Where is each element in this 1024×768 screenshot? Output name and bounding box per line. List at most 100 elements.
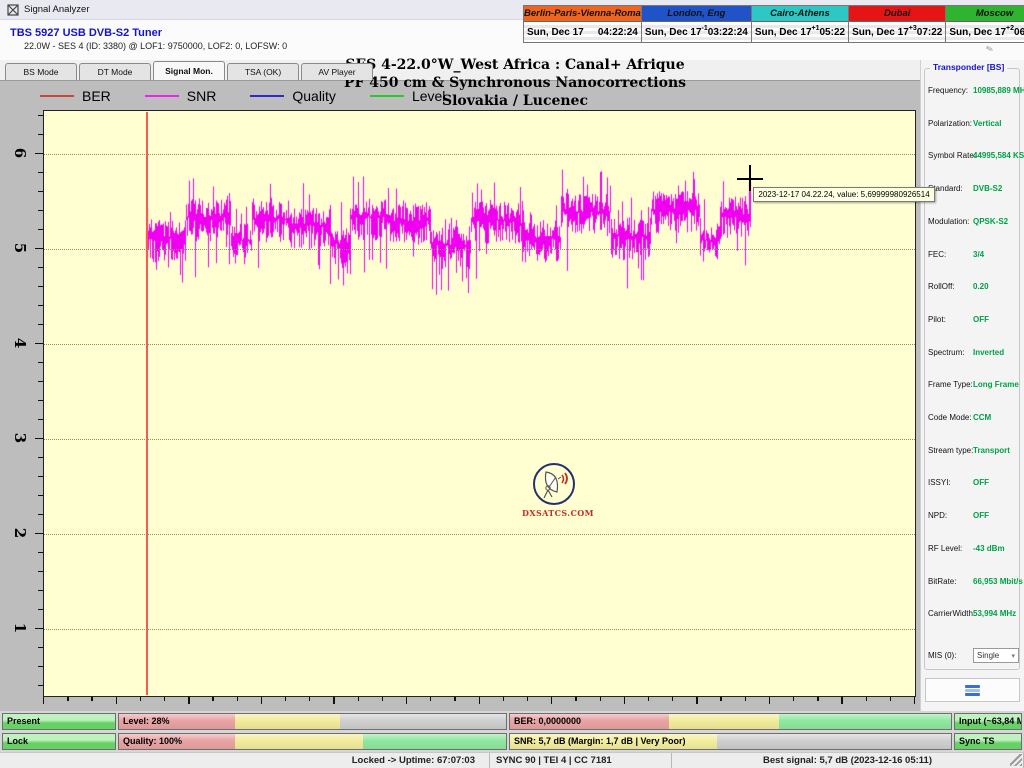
- x-major-tick: [769, 697, 770, 704]
- x-minor-tick: [285, 697, 286, 701]
- y-major-tick-left: [35, 628, 43, 630]
- status-lock-uptime: Locked -> Uptime: 67:07:03: [0, 753, 490, 768]
- x-major-tick: [624, 697, 625, 704]
- snr-bar-segment: [717, 734, 951, 749]
- tab-tsa-ok-[interactable]: TSA (OK): [227, 63, 299, 80]
- transponder-field-value: CCM: [973, 413, 991, 422]
- transponder-field-value: OFF: [973, 315, 989, 324]
- clock-city: Dubai: [849, 6, 945, 22]
- x-minor-tick: [890, 697, 891, 701]
- x-minor-tick: [212, 697, 213, 701]
- y-axis-label-3: 3: [11, 431, 29, 445]
- status-best-signal: Best signal: 5,7 dB (2023-12-16 05:11): [672, 753, 1024, 768]
- ber-bar-segment: [779, 714, 951, 729]
- x-major-tick: [479, 697, 480, 704]
- lock-indicator: Lock: [2, 733, 116, 750]
- clock-time-row: Sun, Dec 17+105:22: [752, 22, 848, 42]
- clock-utc-offset: -1: [702, 25, 708, 32]
- transponder-field-label: Code Mode:: [928, 413, 972, 422]
- transponder-field-value: Transport: [973, 446, 1010, 455]
- clock-time-row: Sun, Dec 17+206:22: [946, 22, 1024, 42]
- clock-4: MoscowSun, Dec 17+206:22: [946, 5, 1024, 43]
- gridline-3: [44, 439, 915, 440]
- y-major-tick-left: [35, 248, 43, 250]
- x-major-tick: [696, 697, 697, 704]
- gridline-6: [44, 154, 915, 155]
- legend-label: BER: [82, 88, 111, 104]
- gridline-4: [44, 344, 915, 345]
- x-major-tick: [188, 697, 189, 704]
- transponder-list-button[interactable]: [925, 678, 1020, 702]
- snr-chart[interactable]: DXSATCS.COM 2023-12-17 04.22.24, value: …: [43, 110, 916, 697]
- transponder-field-label: Symbol Rate:: [928, 151, 976, 160]
- clock-time-row: Sun, Dec 17-103:22:24: [642, 22, 751, 42]
- transponder-field-label: Pilot:: [928, 315, 946, 324]
- clock-utc-offset: +1: [812, 25, 820, 32]
- clock-2: Cairo-AthensSun, Dec 17+105:22: [752, 5, 849, 43]
- quality-bar-label: Quality: 100%: [123, 736, 182, 746]
- sync-indicator: Sync TS: [954, 733, 1022, 750]
- quality-bar-segment: [363, 734, 506, 749]
- dxsatcs-watermark: DXSATCS.COM: [522, 463, 588, 525]
- x-minor-tick: [454, 697, 455, 701]
- y-axis-label-1: 1: [11, 621, 29, 635]
- tab-bar: BS ModeDT ModeSignal Mon.TSA (OK)AV Play…: [5, 61, 375, 80]
- chart-title-line2: PF 450 cm & Synchronous Nanocorrections: [315, 74, 715, 92]
- chart-title-line3: Slovakia / Lucenec: [315, 92, 715, 110]
- level-bar: Level: 28%: [118, 713, 507, 730]
- lock-indicator-label: Lock: [7, 736, 28, 746]
- y-axis-label-2: 2: [11, 526, 29, 540]
- transponder-field-label: CarrierWidth:: [928, 609, 975, 618]
- legend-label: SNR: [187, 88, 217, 104]
- transponder-field-label: Frequency:: [928, 86, 968, 95]
- x-major-tick: [551, 697, 552, 704]
- tab-dt-mode[interactable]: DT Mode: [79, 63, 151, 80]
- clock-time-value: 03:22:24: [708, 27, 748, 38]
- transponder-field-value: 0.20: [973, 282, 989, 291]
- clock-date: Sun, Dec 17: [527, 27, 584, 38]
- x-major-tick: [261, 697, 262, 704]
- transponder-field-value: DVB-S2: [973, 184, 1002, 193]
- satellite-dish-icon: [536, 467, 572, 503]
- snr-bar-label: SNR: 5,7 dB (Margin: 1,7 dB | Very Poor): [514, 736, 686, 746]
- gridline-5: [44, 249, 915, 250]
- x-minor-tick: [866, 697, 867, 701]
- clock-time-value: 05:22: [820, 27, 846, 38]
- clock-0: Berlin-Paris-Vienna-RomaSun, Dec 1704:22…: [523, 5, 642, 43]
- present-indicator-label: Present: [7, 716, 40, 726]
- clock-time-value: 07:22: [917, 27, 943, 38]
- resize-grip[interactable]: [1010, 754, 1022, 766]
- tab-signal-mon-[interactable]: Signal Mon.: [153, 61, 225, 80]
- y-major-tick-left: [35, 533, 43, 535]
- value-tooltip: 2023-12-17 04.22.24, value: 5,6999998092…: [753, 187, 934, 202]
- transponder-field-value: OFF: [973, 478, 989, 487]
- input-indicator: Input (~63,84 Mbps): [954, 713, 1022, 730]
- chevron-down-icon: ▾: [1011, 652, 1015, 660]
- transponder-field-value: OFF: [973, 511, 989, 520]
- tuner-details: 22.0W - SES 4 (ID: 3380) @ LOF1: 9750000…: [24, 41, 287, 51]
- y-axis-label-5: 5: [11, 241, 29, 255]
- legend-item-snr: SNR: [145, 88, 217, 104]
- quality-bar: Quality: 100%: [118, 733, 507, 750]
- clock-city: London, Eng: [642, 6, 751, 22]
- transponder-field-value: Long Frame: [973, 380, 1019, 389]
- transponder-field-value: 66,953 Mbit/s: [973, 577, 1023, 586]
- tab-bs-mode[interactable]: BS Mode: [5, 63, 77, 80]
- tab-av-player[interactable]: AV Player: [301, 63, 373, 80]
- x-minor-tick: [817, 697, 818, 701]
- present-indicator: Present: [2, 713, 116, 730]
- x-minor-tick: [745, 697, 746, 701]
- clock-utc-offset: +2: [1006, 25, 1014, 32]
- x-minor-tick: [503, 697, 504, 701]
- x-minor-tick: [793, 697, 794, 701]
- list-icon: [965, 684, 980, 697]
- legend-swatch-ber: [40, 95, 74, 97]
- x-minor-tick: [575, 697, 576, 701]
- gridline-1: [44, 629, 915, 630]
- mis-dropdown[interactable]: Single ▾: [973, 648, 1019, 663]
- x-minor-tick: [358, 697, 359, 701]
- x-minor-tick: [309, 697, 310, 701]
- transponder-field-label: Polarization:: [928, 119, 972, 128]
- level-bar-segments: [119, 714, 506, 729]
- transponder-field-label: Frame Type:: [928, 380, 973, 389]
